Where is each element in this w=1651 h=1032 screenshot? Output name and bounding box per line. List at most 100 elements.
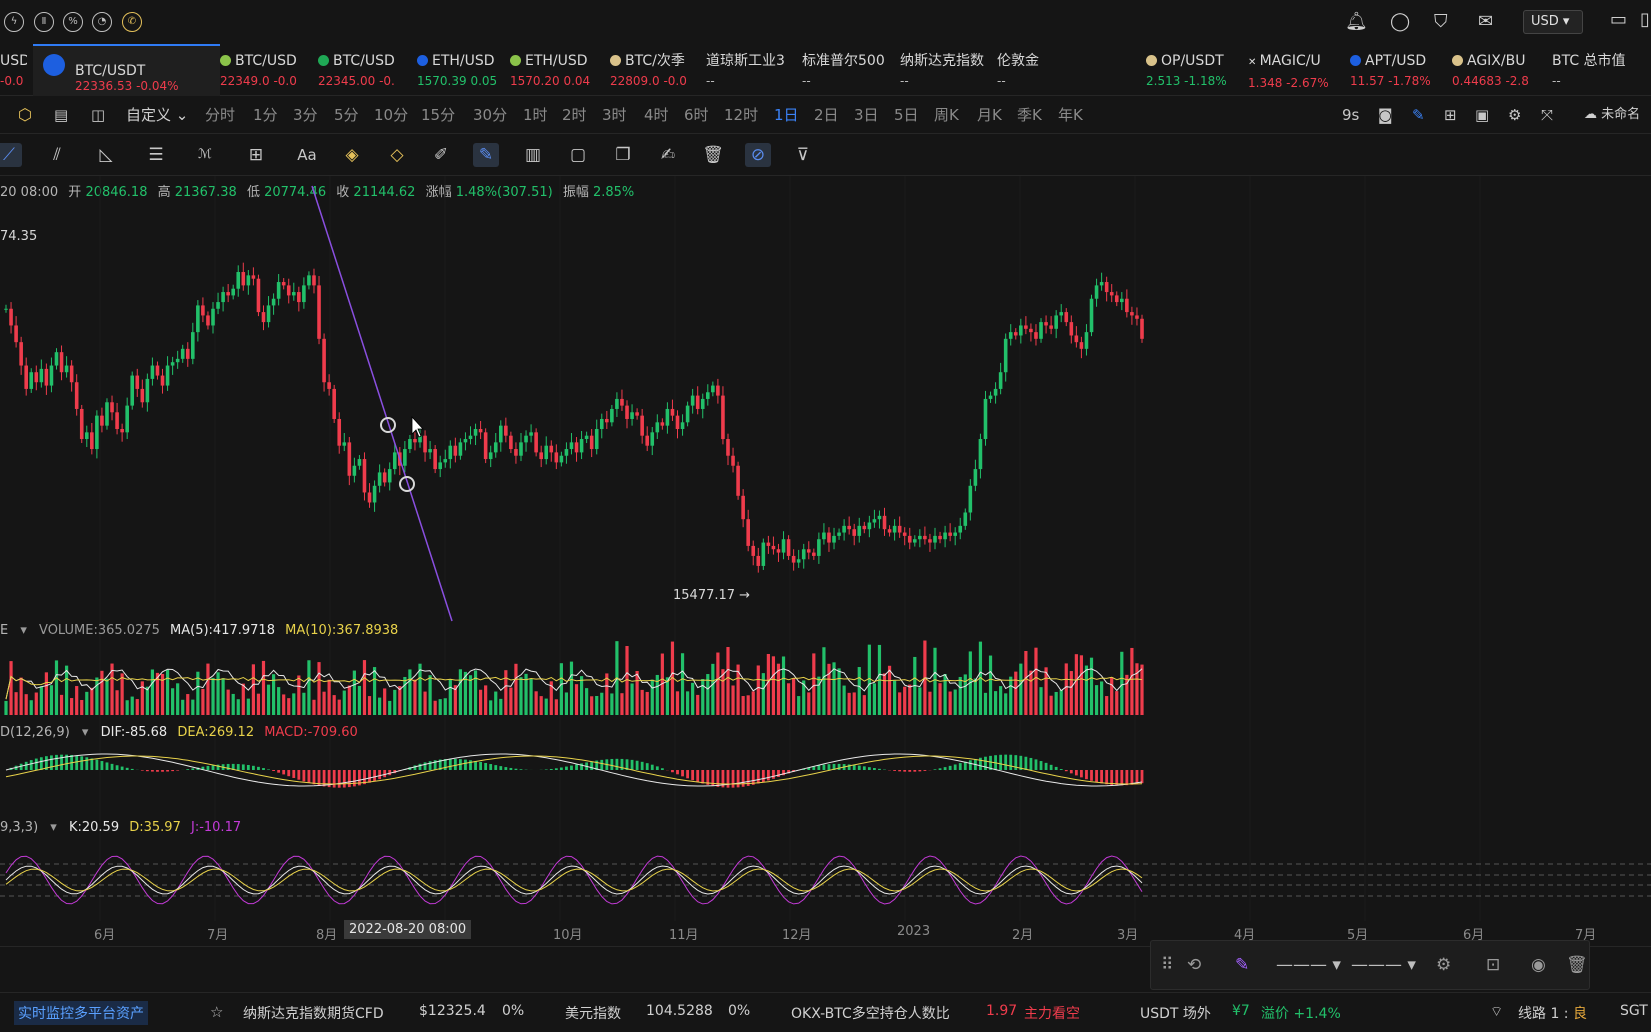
timeframe-14[interactable]: 2日	[814, 105, 839, 125]
timeframe-18[interactable]: 月K	[977, 105, 1002, 125]
eye-icon[interactable]: ◉	[1531, 955, 1546, 975]
wave-tool-icon[interactable]: ℳ	[192, 143, 218, 167]
trash-icon[interactable]: 🗑︎	[700, 143, 726, 167]
lock-icon[interactable]: ⊡	[1486, 955, 1500, 975]
settings-icon[interactable]: ⚙	[1508, 105, 1521, 125]
edit-icon[interactable]: ✍	[655, 143, 681, 167]
dropdown-icon[interactable]: ▾	[50, 820, 57, 835]
line-style-select[interactable]: ——— ▾	[1351, 955, 1416, 975]
dropdown-icon[interactable]: ▾	[20, 623, 27, 638]
ticker-1[interactable]: BTC/USDT 22336.53 -0.04%	[33, 44, 220, 96]
drag-handle-icon[interactable]: ⠿	[1161, 955, 1173, 975]
magnet-strong-icon[interactable]: ◇	[384, 143, 410, 167]
timeframe-4[interactable]: 10分	[374, 105, 408, 125]
timeframe-3[interactable]: 5分	[334, 105, 359, 125]
timeframe-12[interactable]: 12时	[724, 105, 758, 125]
timeframe-13[interactable]: 1日	[774, 105, 799, 125]
custom-interval-select[interactable]: 自定义 ⌄	[126, 105, 188, 125]
trash-icon[interactable]: 🗑︎	[1566, 955, 1588, 975]
timeframe-2[interactable]: 3分	[293, 105, 318, 125]
ticker-12[interactable]: ✕ MAGIC/U 1.348 -2.67%	[1248, 44, 1344, 96]
timeframe-20[interactable]: 年K	[1058, 105, 1083, 125]
refresh-interval[interactable]: 9s	[1342, 105, 1359, 125]
line-width-select[interactable]: ——— ▾	[1276, 955, 1341, 975]
layout-name[interactable]: ☁ 未命名	[1584, 105, 1640, 125]
ticker-2[interactable]: BTC/USD 22349.0 -0.0	[220, 44, 312, 96]
copy-icon[interactable]: ❐	[610, 143, 636, 167]
fullscreen-icon[interactable]: ⤧	[1541, 105, 1553, 125]
timeframe-7[interactable]: 1时	[523, 105, 548, 125]
favorite-icon[interactable]: ⬡	[18, 105, 32, 125]
trendline-tool-icon[interactable]: ⟋	[0, 143, 22, 167]
brush-icon[interactable]: ✎	[473, 143, 499, 167]
line-color-icon[interactable]: ✎	[1235, 955, 1249, 975]
ticker-6[interactable]: BTC/次季 22809.0 -0.0	[610, 44, 700, 96]
flash-icon[interactable]: ϟ	[4, 12, 24, 32]
chart-area[interactable]	[0, 176, 1651, 936]
timeframe-16[interactable]: 5日	[894, 105, 919, 125]
phone-icon[interactable]: ✆	[122, 12, 142, 32]
pin-icon[interactable]: ☆	[210, 1003, 223, 1021]
window-icon[interactable]: ▭	[1610, 10, 1627, 30]
ticker-0[interactable]: USD -0.0	[0, 44, 27, 96]
shirt-icon[interactable]: ⛉	[1434, 12, 1448, 32]
shield-icon[interactable]: %	[63, 12, 83, 32]
ticker-15[interactable]: BTC 总市值 --	[1552, 44, 1645, 96]
pen-icon[interactable]: ✎	[1412, 105, 1425, 125]
timeframe-5[interactable]: 15分	[421, 105, 455, 125]
timeframe-1[interactable]: 1分	[253, 105, 278, 125]
mail-icon[interactable]: ✉	[1478, 12, 1493, 32]
volume-bar	[388, 700, 392, 715]
monitor-link[interactable]: 实时监控多平台资产	[14, 1001, 148, 1025]
timeframe-8[interactable]: 2时	[562, 105, 587, 125]
macd-bar	[751, 770, 755, 785]
timeframe-9[interactable]: 3时	[602, 105, 627, 125]
angle-tool-icon[interactable]: ◺	[93, 143, 119, 167]
text-tool-icon[interactable]: Aa	[294, 143, 320, 167]
ticker-11[interactable]: OP/USDT 2.513 -1.18%	[1146, 44, 1242, 96]
timeframe-11[interactable]: 6时	[684, 105, 709, 125]
ticker-10[interactable]: 伦敦金 --	[997, 44, 1140, 96]
timeframe-0[interactable]: 分时	[205, 105, 235, 125]
layout-icon[interactable]: ◫	[91, 105, 105, 125]
ticker-14[interactable]: AGIX/BU 0.44683 -2.8	[1452, 44, 1546, 96]
link-icon[interactable]: ⊘	[745, 143, 771, 167]
timeframe-6[interactable]: 30分	[473, 105, 507, 125]
timeframe-19[interactable]: 季K	[1017, 105, 1042, 125]
ticker-8[interactable]: 标准普尔500 --	[802, 44, 894, 96]
camera-icon[interactable]: ◙	[1378, 105, 1393, 125]
ticker-9[interactable]: 纳斯达克指数 --	[900, 44, 991, 96]
template-icon[interactable]: ⟲	[1187, 955, 1201, 975]
ticker-3[interactable]: BTC/USD 22345.00 -0.	[318, 44, 411, 96]
window-edge-icon[interactable]: ▯	[1640, 10, 1650, 30]
timeframe-10[interactable]: 4时	[644, 105, 669, 125]
ticker-5[interactable]: ETH/USD 1570.20 0.04	[510, 44, 604, 96]
chat-icon[interactable]: ◯	[1390, 12, 1410, 32]
volume-bar	[9, 661, 13, 715]
macd-bar	[277, 770, 281, 773]
route-label[interactable]: 线路 1 : 良	[1518, 1003, 1587, 1023]
timeframe-15[interactable]: 3日	[854, 105, 879, 125]
compass-icon[interactable]: ◔	[92, 12, 112, 32]
currency-select[interactable]: USD ▾	[1523, 10, 1583, 34]
calendar-icon[interactable]: ▤	[54, 105, 68, 125]
macd-bar	[464, 759, 467, 770]
dropdown-icon[interactable]: ▾	[82, 725, 89, 740]
horizontal-lines-icon[interactable]: ☰	[143, 143, 169, 167]
timeframe-17[interactable]: 周K	[934, 105, 959, 125]
ticker-4[interactable]: ETH/USD 1570.39 0.05	[417, 44, 504, 96]
ticker-7[interactable]: 道琼斯工业3 --	[706, 44, 796, 96]
pause-icon[interactable]: Ⅱ	[34, 12, 54, 32]
add-window-icon[interactable]: ⊞	[1444, 105, 1457, 125]
candles-icon[interactable]: ▥	[520, 143, 546, 167]
ruler-icon[interactable]: ✐	[428, 143, 454, 167]
lock-icon[interactable]: ▢	[565, 143, 591, 167]
magnet-icon[interactable]: ◈	[339, 143, 365, 167]
bell-icon[interactable]: 🔔︎	[1345, 12, 1368, 32]
filter-icon[interactable]: ⊽	[790, 143, 816, 167]
settings-icon[interactable]: ⚙	[1436, 955, 1451, 975]
parallel-tool-icon[interactable]: ⫽	[44, 143, 70, 167]
measure-box-icon[interactable]: ⊞	[243, 143, 269, 167]
ticker-13[interactable]: APT/USD 11.57 -1.78%	[1350, 44, 1446, 96]
save-icon[interactable]: ▣	[1475, 105, 1489, 125]
